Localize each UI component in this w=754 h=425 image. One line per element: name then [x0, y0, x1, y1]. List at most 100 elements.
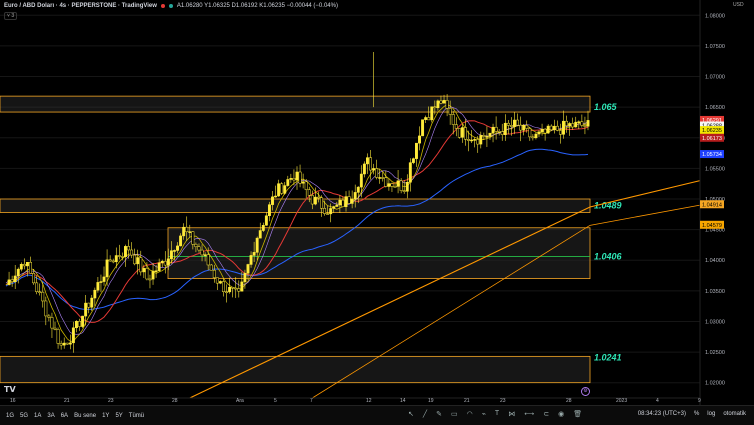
timeframe-0[interactable]: 1G: [6, 413, 14, 419]
candle-body: [369, 157, 372, 171]
candle-body: [283, 185, 287, 194]
price-tick: 1.02500: [705, 350, 725, 356]
indicator-toggle[interactable]: ˅ 3: [4, 12, 18, 20]
candle-body: [427, 117, 431, 121]
timeframe-4[interactable]: 6A: [61, 413, 68, 419]
rectangle-icon[interactable]: ▭: [451, 410, 458, 418]
timeframe-1[interactable]: 5G: [20, 413, 28, 419]
auto-toggle[interactable]: otomatik: [723, 411, 746, 417]
trendline-icon[interactable]: ╱: [423, 410, 427, 418]
trash-icon[interactable]: 🗑: [573, 410, 582, 418]
candle-body: [500, 131, 504, 135]
timeframe-6[interactable]: 1Y: [102, 413, 109, 419]
candle-body: [562, 120, 565, 135]
price-chart[interactable]: 1.0651.04891.04061.02411.080001.075001.0…: [0, 0, 754, 424]
candle-body: [102, 276, 106, 282]
candle-body: [399, 180, 403, 191]
cursor-icon[interactable]: ↖: [408, 410, 414, 418]
candle-body: [32, 273, 36, 284]
candle-body: [534, 133, 538, 139]
timeframe-7[interactable]: 5Y: [115, 413, 122, 419]
candle-body: [457, 128, 461, 138]
candle-body: [418, 135, 421, 144]
candle-body: [366, 157, 369, 165]
candle-body: [558, 130, 562, 135]
candle-body: [430, 106, 434, 121]
candle-body: [411, 158, 415, 163]
measure-icon[interactable]: ⟷: [524, 410, 534, 418]
candle-body: [145, 268, 149, 280]
candle-body: [225, 291, 228, 293]
candle-body: [194, 243, 198, 248]
candle-body: [307, 189, 311, 196]
candle-body: [71, 327, 75, 344]
candle-body: [127, 246, 130, 251]
timeframe-3[interactable]: 3A: [47, 413, 54, 419]
clock[interactable]: 08:34:23 (UTC+3): [638, 411, 686, 417]
eye-icon[interactable]: ◉: [558, 410, 564, 418]
candle-body: [310, 195, 314, 205]
resistance-zone: [0, 95, 591, 113]
candle-body: [519, 124, 523, 131]
candle-body: [439, 100, 443, 104]
candle-body: [488, 132, 492, 137]
candle-body: [99, 281, 103, 283]
candle-body: [274, 195, 278, 198]
timeframe-5[interactable]: Bu sene: [74, 413, 96, 419]
candle-body: [7, 279, 11, 286]
percent-toggle[interactable]: %: [694, 411, 699, 417]
candle-body: [191, 231, 195, 245]
candle-body: [580, 121, 584, 126]
price-tick: 1.07000: [705, 75, 725, 81]
candle-body: [240, 281, 244, 292]
symbol-title[interactable]: Euro / ABD Doları · 4s · PEPPERSTONE · T…: [4, 3, 157, 9]
time-tick: 21: [64, 398, 70, 404]
candle-body: [249, 255, 253, 265]
candle-body: [540, 128, 544, 133]
candle-body: [173, 250, 176, 252]
candle-body: [329, 208, 333, 215]
price-tick: 1.05500: [705, 166, 725, 172]
candle-body: [522, 125, 526, 131]
timeframe-2[interactable]: 1A: [34, 413, 41, 419]
symbol-legend[interactable]: Euro / ABD Doları · 4s · PEPPERSTONE · T…: [4, 3, 338, 9]
candle-body: [396, 180, 400, 187]
candle-body: [503, 122, 507, 135]
candle-body: [338, 199, 342, 206]
time-tick: 7: [310, 398, 313, 404]
candle-body: [56, 329, 60, 344]
pattern-icon[interactable]: ⋈: [508, 410, 515, 418]
candle-body: [464, 127, 467, 140]
candle-body: [176, 245, 179, 251]
magnet-icon[interactable]: ⊂: [543, 410, 549, 418]
candle-body: [252, 252, 256, 256]
candle-body: [341, 199, 345, 207]
candle-body: [264, 215, 268, 226]
candle-body: [78, 321, 81, 327]
candle-body: [200, 249, 204, 256]
candle-body: [335, 204, 339, 207]
time-tick: 28: [172, 398, 178, 404]
candle-body: [356, 186, 360, 193]
candle-body: [586, 120, 590, 127]
settings-gear-icon[interactable]: ⚙: [581, 387, 590, 396]
path-icon[interactable]: ⌁: [482, 410, 486, 418]
candle-body: [243, 272, 247, 283]
candle-body: [154, 270, 158, 272]
candle-body: [234, 287, 238, 290]
time-tick: 23: [108, 398, 114, 404]
timeframe-8[interactable]: Tümü: [129, 413, 144, 419]
candle-body: [497, 131, 501, 133]
bottom-right-controls: 08:34:23 (UTC+3) % log otomatik: [638, 411, 746, 417]
candle-body: [467, 139, 470, 141]
candle-body: [206, 254, 210, 266]
bottom-toolbar: 1G 5G 1A 3A 6A Bu sene 1Y 5Y Tümü ↖ ╱ ✎ ▭ ◠ ⌁ T …: [0, 405, 754, 425]
timeframe-selector: 1G 5G 1A 3A 6A Bu sene 1Y 5Y Tümü: [6, 413, 144, 419]
log-toggle[interactable]: log: [707, 411, 715, 417]
price-tick: 1.04000: [705, 258, 725, 264]
candle-body: [525, 125, 529, 129]
shapes-icon[interactable]: ◠: [467, 410, 473, 418]
brush-icon[interactable]: ✎: [436, 410, 442, 418]
text-icon[interactable]: T: [495, 410, 499, 418]
tradingview-logo[interactable]: TV: [4, 385, 16, 394]
